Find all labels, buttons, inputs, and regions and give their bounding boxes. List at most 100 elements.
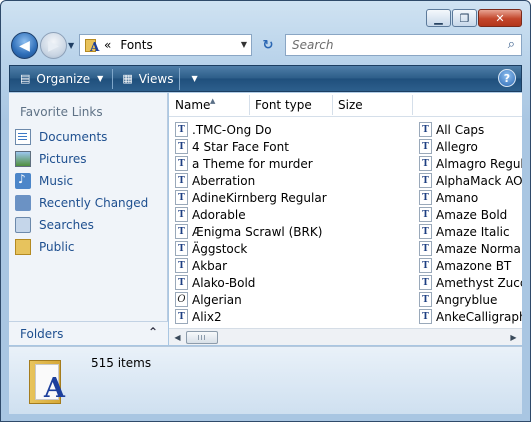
item-count: 515 items [91, 356, 152, 370]
sidebar-item-label: Searches [39, 218, 94, 232]
column-divider[interactable] [249, 95, 250, 115]
organize-button[interactable]: ▤ Organize ▼ [14, 68, 109, 90]
sidebar-item-music[interactable]: Music [15, 171, 73, 191]
font-file-item[interactable]: T Amethyst Zucchi [419, 274, 522, 291]
minimize-button[interactable]: ▁ [426, 9, 451, 27]
font-file-item[interactable]: T AdineKirnberg Regular [175, 189, 405, 206]
views-button[interactable]: ▦ Views [116, 68, 179, 90]
close-icon: ✕ [495, 11, 505, 25]
font-file-item[interactable]: T Allegro [419, 138, 522, 155]
back-button[interactable]: ◀ [11, 32, 38, 59]
scroll-left-button[interactable]: ◀ [169, 330, 186, 345]
folders-toggle[interactable]: Folders ⌃ [9, 321, 168, 345]
truetype-font-icon: T [419, 224, 432, 239]
sidebar-item-label: Recently Changed [39, 196, 149, 210]
sidebar-item-documents[interactable]: Documents [15, 127, 107, 147]
truetype-font-icon: T [175, 258, 188, 273]
back-arrow-icon: ◀ [19, 37, 30, 54]
organize-icon: ▤ [20, 72, 31, 85]
truetype-font-icon: T [419, 173, 432, 188]
views-icon: ▦ [122, 72, 133, 85]
font-file-item[interactable]: Ta Theme for murder [175, 155, 405, 172]
maximize-icon: ❐ [459, 11, 470, 25]
font-file-name: Amaze Normal [436, 241, 522, 256]
font-file-item[interactable]: T AlphaMack AOE [419, 172, 522, 189]
organize-label: Organize [36, 71, 91, 86]
font-file-item[interactable]: T Akbar [175, 257, 405, 274]
font-file-name: Allegro [436, 139, 478, 154]
close-button[interactable]: ✕ [478, 9, 522, 27]
sidebar-item-recently-changed[interactable]: Recently Changed [15, 193, 148, 213]
column-header-name[interactable]: ▲ Name [175, 97, 215, 112]
scroll-right-button[interactable]: ▶ [505, 330, 522, 345]
font-file-item[interactable]: T Amaze Normal [419, 240, 522, 257]
font-file-name: Amethyst Zucchi [436, 275, 522, 290]
font-file-item[interactable]: T Amano [419, 189, 522, 206]
truetype-font-icon: T [419, 292, 432, 307]
truetype-font-icon: T [419, 122, 432, 137]
toolbar-divider [112, 68, 114, 89]
font-file-name: Algerian [192, 292, 242, 307]
address-location[interactable]: Fonts [120, 38, 152, 52]
truetype-font-icon: T [175, 173, 188, 188]
search-box[interactable]: ⌕ [285, 34, 522, 56]
column-divider[interactable] [412, 95, 413, 115]
font-file-item[interactable]: T Amaze Bold [419, 206, 522, 223]
search-icon[interactable]: ⌕ [508, 37, 515, 52]
font-file-name: 4 Star Face Font [192, 139, 289, 154]
font-file-name: Aberration [192, 173, 256, 188]
sidebar-item-pictures[interactable]: Pictures [15, 149, 87, 169]
truetype-font-icon: T [419, 275, 432, 290]
search-input[interactable] [292, 38, 492, 52]
address-bar[interactable]: A « Fonts ▼ [79, 34, 252, 56]
column-header-font-type[interactable]: Font type [255, 98, 312, 112]
address-chevron[interactable]: « [104, 38, 111, 52]
font-file-name: All Caps [436, 122, 485, 137]
forward-button[interactable]: ▶ [40, 32, 67, 59]
chevron-up-icon: ⌃ [147, 325, 158, 339]
font-file-item[interactable]: O Algerian [175, 291, 405, 308]
font-file-item[interactable]: T AnkeCalligraph [419, 308, 522, 325]
navigation-pane: Favorite Links Documents Pictures Music … [9, 93, 168, 345]
views-dropdown-button[interactable]: ▼ [179, 67, 201, 90]
font-file-item[interactable]: T Ænigma Scrawl (BRK) [175, 223, 405, 240]
font-file-item[interactable]: T Aberration [175, 172, 405, 189]
font-file-item[interactable]: T .TMC-Ong Do [175, 121, 405, 138]
horizontal-scrollbar[interactable]: ◀ ▶ [169, 328, 522, 345]
font-glyph: A [44, 373, 65, 404]
maximize-button[interactable]: ❐ [452, 9, 477, 27]
font-file-item[interactable]: T Alix2 [175, 308, 405, 325]
chevron-down-icon[interactable]: ▼ [241, 40, 247, 49]
font-file-item[interactable]: T All Caps [419, 121, 522, 138]
font-file-item[interactable]: T Äggstock [175, 240, 405, 257]
font-file-name: Alako-Bold [192, 275, 256, 290]
sort-ascending-icon: ▲ [210, 97, 216, 105]
sidebar-item-label: Public [39, 240, 75, 254]
minimize-icon: ▁ [434, 11, 443, 25]
recent-pages-dropdown[interactable]: ▼ [68, 41, 74, 50]
refresh-button[interactable]: ↻ [257, 34, 279, 56]
font-file-item[interactable]: T 4 Star Face Font [175, 138, 405, 155]
sidebar-item-searches[interactable]: Searches [15, 215, 94, 235]
font-file-item[interactable]: T Amazone BT [419, 257, 522, 274]
truetype-font-icon: T [419, 258, 432, 273]
font-file-item[interactable]: T Adorable [175, 206, 405, 223]
public-icon [15, 239, 31, 255]
font-file-item[interactable]: T Amaze Italic [419, 223, 522, 240]
column-header-size[interactable]: Size [338, 98, 363, 112]
searches-icon [15, 217, 31, 233]
truetype-font-icon: T [175, 224, 188, 239]
font-file-name: Amaze Bold [436, 207, 508, 222]
truetype-font-icon: T [175, 122, 188, 137]
sidebar-item-public[interactable]: Public [15, 237, 75, 257]
help-button[interactable]: ? [498, 69, 516, 87]
scrollbar-thumb[interactable] [186, 331, 218, 344]
column-divider[interactable] [332, 95, 333, 115]
font-file-item[interactable]: T Almagro Regular [419, 155, 522, 172]
font-file-item[interactable]: T Alako-Bold [175, 274, 405, 291]
music-icon [15, 172, 31, 189]
truetype-font-icon: T [175, 156, 188, 171]
caption-buttons: ▁ ❐ ✕ [426, 9, 522, 27]
font-file-item[interactable]: T Angryblue [419, 291, 522, 308]
truetype-font-icon: T [419, 309, 432, 324]
